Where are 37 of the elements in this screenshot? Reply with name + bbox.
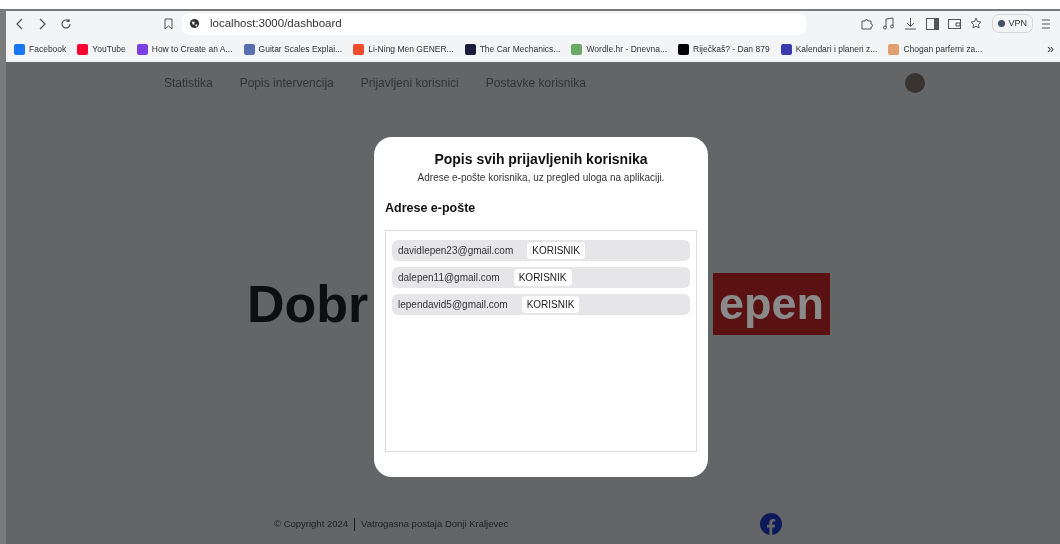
bookmark-link[interactable]: Wordle.hr - Dnevna... [571, 42, 668, 56]
reload-icon[interactable] [60, 17, 72, 30]
email-text: lependavid5@gmail.com [398, 297, 508, 312]
facebook-icon[interactable] [760, 513, 783, 535]
music-icon[interactable] [882, 17, 896, 30]
email-text: davidlepen23@gmail.com [398, 243, 514, 258]
highlighted-heading-text: epen [712, 273, 830, 335]
modal-title: Popis svih prijavljenih korisnika [433, 150, 649, 169]
download-icon[interactable] [904, 17, 918, 30]
bookmark-link[interactable]: Kalendari i planeri z... [780, 42, 878, 56]
url-text: localhost:3000/dashboard [210, 15, 342, 31]
back-icon[interactable] [16, 17, 24, 30]
bookmark-icon [164, 17, 173, 30]
organization-name: Vatrogasna postaja Donji Kraljevec [361, 516, 509, 531]
forward-icon[interactable] [38, 17, 46, 30]
role-tag: KORISNIK [513, 268, 572, 286]
bookmark-link[interactable]: How to Create an A... [136, 42, 233, 56]
email-text: dalepen11@gmail.com [398, 270, 500, 285]
role-tag: KORISNIK [521, 295, 580, 313]
section-title: Adrese e-pošte [385, 200, 477, 217]
bookmark-link[interactable]: Guitar Scales Explai... [243, 42, 343, 56]
bookmarks-overflow-button[interactable]: » [1047, 40, 1054, 58]
bookmark-link[interactable]: Facebook [14, 42, 67, 56]
vpn-button[interactable]: VPN [992, 13, 1033, 34]
bookmark-link[interactable]: The Car Mechanics... [464, 42, 561, 56]
modal-subtitle: Adrese e-pošte korisnika, uz pregled uloga na aplikaciji. [416, 171, 666, 185]
bookmark-link[interactable]: Chogan parfemi za... [888, 42, 983, 56]
bookmark-link[interactable]: Riječkaš? - Dan 879 [678, 42, 770, 56]
star-icon[interactable] [970, 17, 984, 30]
role-tag: KORISNIK [527, 241, 585, 259]
sidebar-icon[interactable] [926, 17, 940, 30]
copyright-text: © Copyright 2024 [274, 516, 349, 531]
heading-text: Dobr [247, 274, 369, 335]
vpn-icon [998, 20, 1006, 27]
bookmark-link[interactable]: YouTube [77, 42, 126, 56]
wallet-icon[interactable] [948, 17, 962, 30]
bookmark-link[interactable]: Li-Ning Men GENER... [353, 42, 454, 56]
